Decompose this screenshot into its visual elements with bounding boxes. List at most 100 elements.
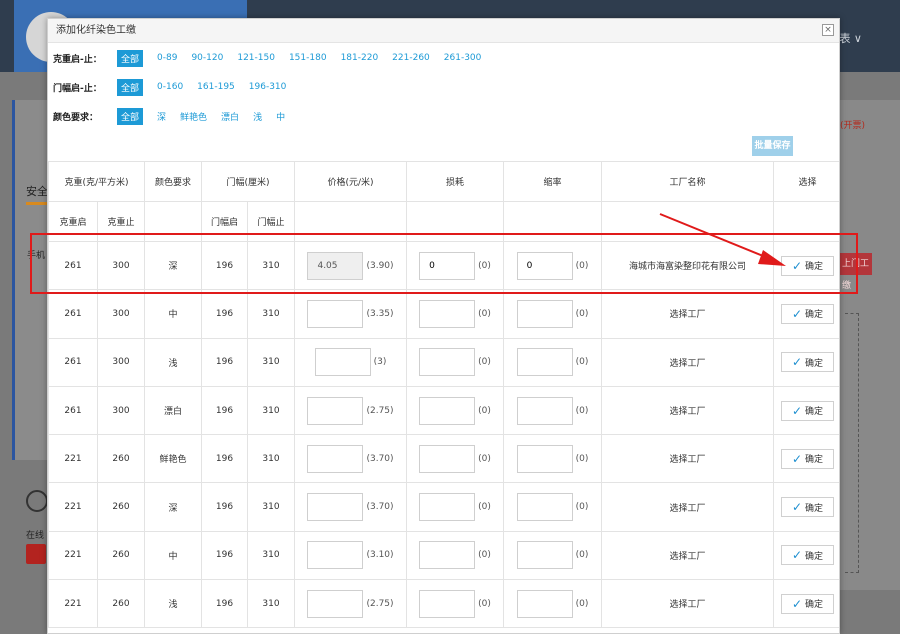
confirm-label: 确定 — [805, 407, 824, 418]
cell-weight-start: 261 — [48, 240, 98, 291]
filter-color-option[interactable]: 浅 — [253, 110, 262, 123]
table-row: 221 260 深 196 310 (3.70) (0) (0) 选择工厂 ✓ 确定 — [48, 482, 839, 532]
filter-width-option[interactable]: 196-310 — [249, 82, 287, 92]
filter-color-all[interactable]: 全部 — [117, 107, 144, 125]
filter-weight-all[interactable]: 全部 — [117, 49, 144, 67]
price-input[interactable] — [307, 493, 364, 522]
shrink-reference: (0) — [575, 502, 589, 513]
factory-select-link[interactable]: 选择工厂 — [601, 530, 774, 581]
confirm-button[interactable]: ✓ 确定 — [781, 593, 834, 614]
loss-input[interactable] — [419, 348, 476, 377]
filter-weight-option[interactable]: 181-220 — [341, 53, 379, 63]
confirm-button[interactable]: ✓ 确定 — [781, 352, 834, 373]
shrink-input[interactable] — [516, 493, 573, 522]
loss-reference: (0) — [478, 308, 491, 319]
price-input[interactable] — [314, 348, 371, 377]
loss-input[interactable] — [419, 493, 476, 522]
header-weight-end: 克重止 — [97, 201, 145, 242]
shrink-reference: (0) — [575, 405, 589, 416]
price-input[interactable] — [307, 299, 364, 328]
price-input[interactable] — [307, 541, 364, 570]
cell-width-start: 196 — [201, 385, 248, 436]
cell-color: 深 — [144, 482, 202, 532]
price-input[interactable] — [307, 589, 364, 618]
filter-width-all[interactable]: 全部 — [117, 78, 144, 96]
filter-color-option[interactable]: 漂白 — [221, 110, 239, 123]
factory-select-link[interactable]: 选择工厂 — [601, 385, 774, 436]
filter-label: 门幅启-止： — [53, 83, 102, 94]
cell-color: 漂白 — [144, 385, 202, 436]
shrink-input[interactable] — [516, 589, 573, 618]
filter-weight-option[interactable]: 221-260 — [392, 53, 430, 63]
loss-input[interactable] — [419, 299, 476, 328]
add-dyeing-fee-dialog: 添加化纤染色工缴 × 克重启-止： 全部 0-89 90-120 121-150… — [47, 18, 840, 634]
shrink-reference: (0) — [575, 260, 589, 271]
filter-weight-option[interactable]: 121-150 — [237, 53, 275, 63]
batch-save-button[interactable]: 批量保存 — [752, 136, 793, 156]
loss-input[interactable] — [419, 396, 476, 425]
header-select: 选择 — [773, 161, 839, 202]
cell-weight-end: 260 — [97, 530, 145, 581]
filter-weight-option[interactable]: 151-180 — [289, 53, 327, 63]
cell-width-end: 310 — [247, 289, 295, 339]
check-icon: ✓ — [791, 500, 803, 515]
loss-input[interactable] — [419, 444, 476, 473]
factory-select-link[interactable]: 选择工厂 — [601, 482, 774, 532]
check-icon: ✓ — [791, 548, 803, 563]
filter-width-option[interactable]: 161-195 — [197, 82, 235, 92]
factory-select-link[interactable]: 选择工厂 — [601, 579, 774, 629]
confirm-label: 确定 — [805, 358, 824, 369]
loss-reference: (0) — [478, 453, 491, 464]
shrink-input[interactable] — [516, 299, 573, 328]
loss-reference: (0) — [478, 598, 491, 609]
price-input[interactable] — [307, 444, 364, 473]
loss-input[interactable] — [419, 541, 476, 570]
confirm-button[interactable]: ✓ 确定 — [781, 255, 834, 276]
dialog-title: 添加化纤染色工缴 — [56, 25, 136, 36]
price-input[interactable] — [307, 396, 364, 425]
cell-weight-start: 221 — [48, 530, 98, 581]
confirm-button[interactable]: ✓ 确定 — [781, 303, 834, 324]
cell-weight-start: 221 — [48, 482, 98, 532]
check-icon: ✓ — [791, 596, 803, 611]
background-left-sub: 手机 — [27, 251, 46, 261]
cell-color: 浅 — [144, 337, 202, 387]
header-factory: 工厂名称 — [601, 161, 774, 202]
confirm-button[interactable]: ✓ 确定 — [781, 400, 834, 421]
filter-color-option[interactable]: 深 — [157, 110, 166, 123]
filter-width-option[interactable]: 0-160 — [157, 82, 183, 92]
cell-color: 浅 — [144, 579, 202, 629]
header-color: 颜色要求 — [144, 161, 202, 202]
shrink-input[interactable] — [516, 396, 573, 425]
confirm-button[interactable]: ✓ 确定 — [781, 448, 834, 469]
confirm-label: 确定 — [805, 310, 824, 321]
filter-weight-option[interactable]: 0-89 — [157, 53, 177, 63]
price-reference: (3.35) — [366, 308, 394, 319]
shrink-input[interactable] — [516, 348, 573, 377]
factory-select-link[interactable]: 选择工厂 — [601, 337, 774, 387]
filter-weight-option[interactable]: 261-300 — [444, 53, 482, 63]
check-icon: ✓ — [791, 451, 803, 466]
filter-color-option[interactable]: 鲜艳色 — [180, 110, 207, 123]
fee-table: 克重(克/平方米) 颜色要求 门幅(厘米) 价格(元/米) 损耗 缩率 工厂名称… — [48, 161, 839, 629]
shrink-input[interactable]: 0 — [516, 251, 573, 280]
loss-input[interactable]: 0 — [419, 251, 476, 280]
factory-select-link[interactable]: 选择工厂 — [601, 289, 774, 339]
loss-reference: (0) — [478, 260, 491, 271]
shrink-input[interactable] — [516, 541, 573, 570]
price-input[interactable]: 4.05 — [307, 251, 364, 280]
confirm-button[interactable]: ✓ 确定 — [781, 497, 834, 518]
filter-weight-option[interactable]: 90-120 — [191, 53, 223, 63]
shrink-reference: (0) — [575, 357, 589, 368]
shrink-input[interactable] — [516, 444, 573, 473]
shrink-reference: (0) — [575, 453, 589, 464]
price-reference: (3.10) — [366, 550, 394, 561]
close-icon[interactable]: × — [822, 24, 834, 36]
filter-color-option[interactable]: 中 — [276, 110, 285, 123]
factory-select-link[interactable]: 选择工厂 — [601, 434, 774, 484]
confirm-button[interactable]: ✓ 确定 — [781, 545, 834, 566]
qq-icon — [26, 544, 46, 564]
cell-weight-start: 261 — [48, 289, 98, 339]
loss-input[interactable] — [419, 589, 476, 618]
factory-select-link[interactable]: 海城市海富染整印花有限公司 — [601, 240, 774, 291]
